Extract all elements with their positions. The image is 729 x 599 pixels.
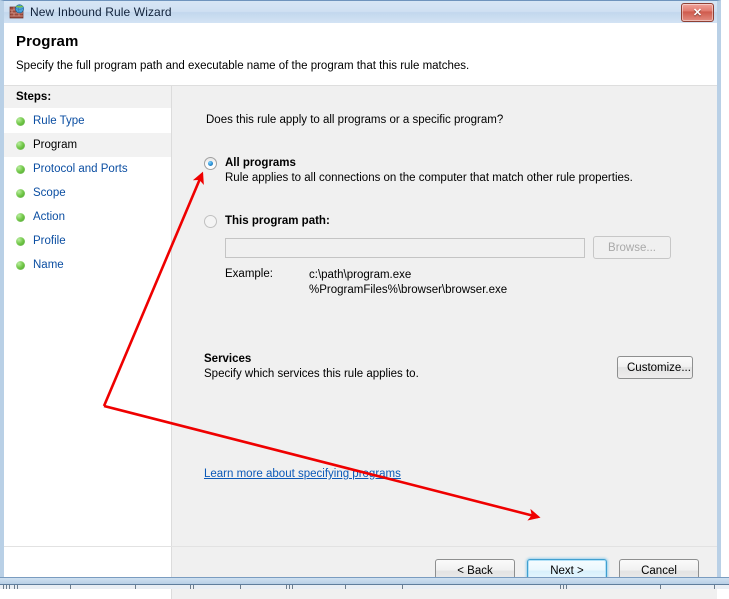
page-header: Program Specify the full program path an… (4, 24, 717, 85)
background-window-sliver (0, 577, 729, 589)
new-inbound-rule-wizard-window: New Inbound Rule Wizard ✕ Program Specif… (0, 0, 721, 599)
this-program-path-label: This program path: (225, 215, 330, 227)
steps-heading: Steps: (4, 86, 171, 109)
program-path-row: Browse... (225, 236, 693, 259)
sidebar-item-program[interactable]: Program (4, 133, 171, 157)
example-label: Example: (225, 268, 273, 280)
tick-mark (402, 585, 403, 589)
sidebar-item-label: Protocol and Ports (33, 163, 128, 175)
wizard-footer: < Back Next > Cancel (4, 546, 717, 599)
step-bullet-icon (16, 164, 25, 174)
example-block: Example: c:\path\program.exe %ProgramFil… (225, 268, 693, 298)
sidebar-item-name[interactable]: Name (4, 253, 171, 277)
radio-all-programs[interactable] (204, 157, 217, 170)
tick-mark (240, 585, 241, 589)
title-bar: New Inbound Rule Wizard ✕ (4, 1, 717, 24)
example-value: %ProgramFiles%\browser\browser.exe (309, 284, 508, 296)
program-path-input[interactable] (225, 237, 585, 258)
tick-mark (17, 585, 18, 589)
tick-mark (9, 585, 10, 589)
sidebar-item-label: Profile (33, 235, 66, 247)
sidebar-item-label: Scope (33, 187, 66, 199)
sidebar-item-rule-type[interactable]: Rule Type (4, 109, 171, 133)
steps-sidebar: Steps: Rule Type Program Protocol and Po… (4, 86, 172, 546)
tick-mark (345, 585, 346, 589)
sidebar-item-scope[interactable]: Scope (4, 181, 171, 205)
all-programs-option: All programs Rule applies to all connect… (204, 156, 693, 184)
sidebar-item-profile[interactable]: Profile (4, 229, 171, 253)
window-title: New Inbound Rule Wizard (30, 5, 172, 19)
wizard-body: Steps: Rule Type Program Protocol and Po… (4, 85, 717, 546)
services-description: Specify which services this rule applies… (204, 368, 419, 380)
sidebar-item-label: Program (33, 139, 78, 151)
tick-mark (714, 585, 715, 589)
sidebar-item-label: Rule Type (33, 115, 85, 127)
tick-mark (193, 585, 194, 589)
tick-mark (563, 585, 564, 589)
sidebar-item-label: Action (33, 211, 65, 223)
tick-mark (289, 585, 290, 589)
main-content-panel: Does this rule apply to all programs or … (172, 86, 717, 546)
tick-mark (135, 585, 136, 589)
tick-mark (286, 585, 287, 589)
services-title: Services (204, 353, 252, 365)
page-title: Program (16, 33, 79, 50)
firewall-globe-icon (9, 4, 25, 20)
all-programs-label: All programs (225, 157, 296, 169)
all-programs-description: Rule applies to all connections on the c… (225, 172, 633, 184)
example-value: c:\path\program.exe (309, 269, 412, 281)
this-program-path-option: This program path: Browse... Example: c:… (204, 214, 693, 298)
step-bullet-icon (16, 260, 25, 270)
customize-button[interactable]: Customize... (617, 356, 693, 379)
footer-sidebar-filler (4, 547, 172, 599)
sidebar-item-action[interactable]: Action (4, 205, 171, 229)
services-section: Services Specify which services this rul… (204, 353, 693, 380)
sidebar-item-protocol-and-ports[interactable]: Protocol and Ports (4, 157, 171, 181)
tick-mark (70, 585, 71, 589)
step-bullet-icon (16, 140, 25, 150)
tick-mark (560, 585, 561, 589)
page-subtitle: Specify the full program path and execut… (16, 60, 470, 72)
step-bullet-icon (16, 212, 25, 222)
tick-mark (566, 585, 567, 589)
tick-mark (190, 585, 191, 589)
tick-mark (660, 585, 661, 589)
browse-button[interactable]: Browse... (593, 236, 671, 259)
step-bullet-icon (16, 188, 25, 198)
tick-mark (14, 585, 15, 589)
tick-mark (292, 585, 293, 589)
tick-mark (3, 585, 4, 589)
radio-this-program-path[interactable] (204, 215, 217, 228)
desktop-background: New Inbound Rule Wizard ✕ Program Specif… (0, 0, 729, 599)
step-bullet-icon (16, 116, 25, 126)
close-icon[interactable]: ✕ (681, 3, 714, 22)
sidebar-item-label: Name (33, 259, 64, 271)
learn-more-link[interactable]: Learn more about specifying programs (204, 468, 401, 480)
background-window-toolbar (0, 584, 729, 589)
tick-mark (6, 585, 7, 589)
question-text: Does this rule apply to all programs or … (206, 114, 504, 126)
step-bullet-icon (16, 236, 25, 246)
